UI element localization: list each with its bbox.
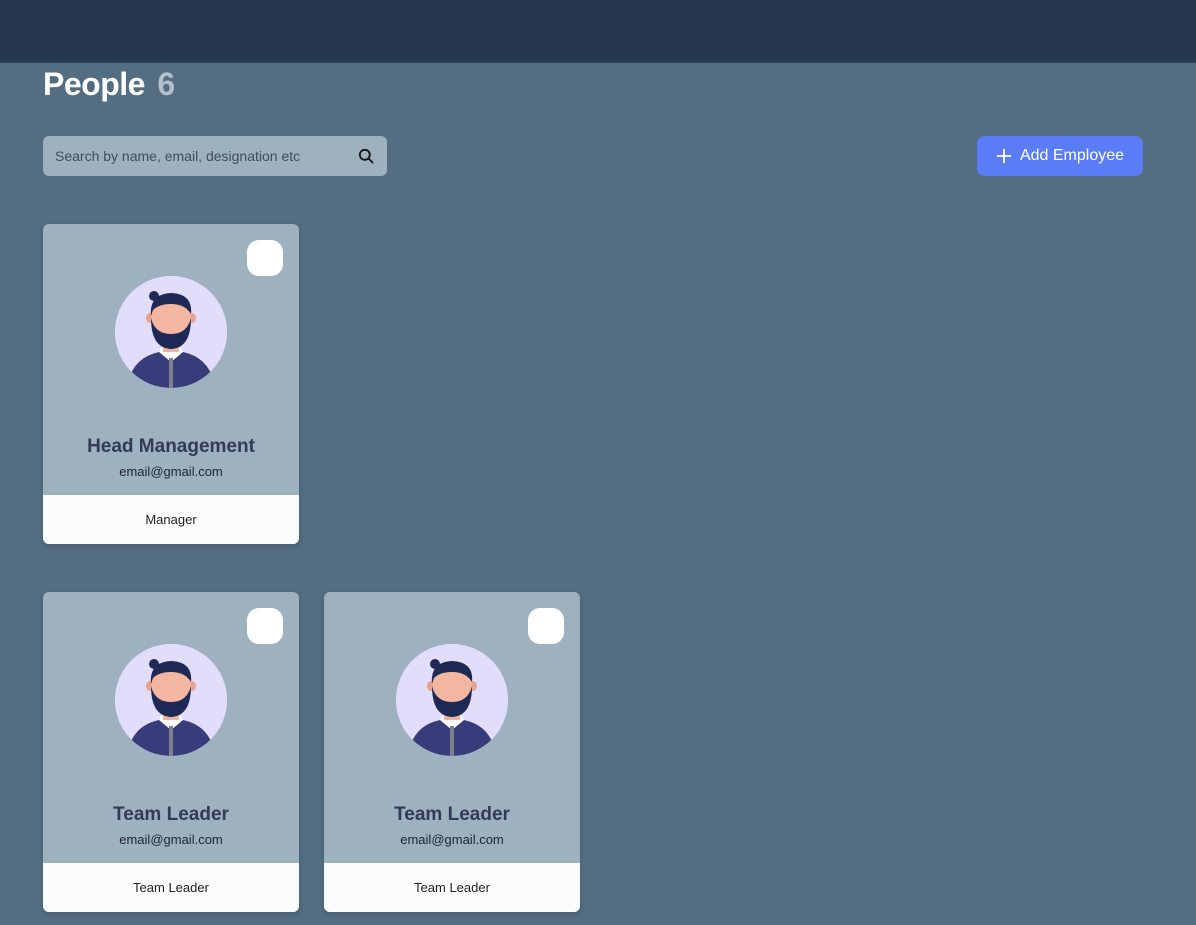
plus-icon	[996, 148, 1012, 164]
search-input[interactable]	[55, 148, 349, 164]
people-count: 6	[157, 66, 175, 102]
male-avatar-icon	[396, 644, 508, 756]
employee-card[interactable]: Team Leader email@gmail.com Team Leader	[43, 592, 299, 912]
employee-name: Team Leader	[113, 804, 229, 825]
employee-role: Team Leader	[324, 863, 580, 912]
employee-name: Head Management	[87, 436, 255, 457]
top-navbar	[0, 0, 1196, 63]
card-menu-button[interactable]	[247, 608, 283, 644]
add-employee-label: Add Employee	[1019, 147, 1125, 164]
search-icon[interactable]	[357, 147, 375, 165]
male-avatar-icon	[115, 276, 227, 388]
employee-card[interactable]: Head Management email@gmail.com Manager	[43, 224, 299, 544]
employee-name: Team Leader	[394, 804, 510, 825]
employee-email: email@gmail.com	[119, 464, 223, 479]
page-title: People 6	[43, 66, 175, 103]
employee-email: email@gmail.com	[400, 832, 504, 847]
employee-email: email@gmail.com	[119, 832, 223, 847]
employee-role: Team Leader	[43, 863, 299, 912]
employee-role: Manager	[43, 495, 299, 544]
male-avatar-icon	[115, 644, 227, 756]
employee-card[interactable]: Team Leader email@gmail.com Team Leader	[324, 592, 580, 912]
search-box	[43, 136, 387, 176]
card-menu-button[interactable]	[247, 240, 283, 276]
page-title-text: People	[43, 66, 145, 102]
add-employee-button[interactable]: Add Employee	[977, 136, 1143, 176]
card-menu-button[interactable]	[528, 608, 564, 644]
